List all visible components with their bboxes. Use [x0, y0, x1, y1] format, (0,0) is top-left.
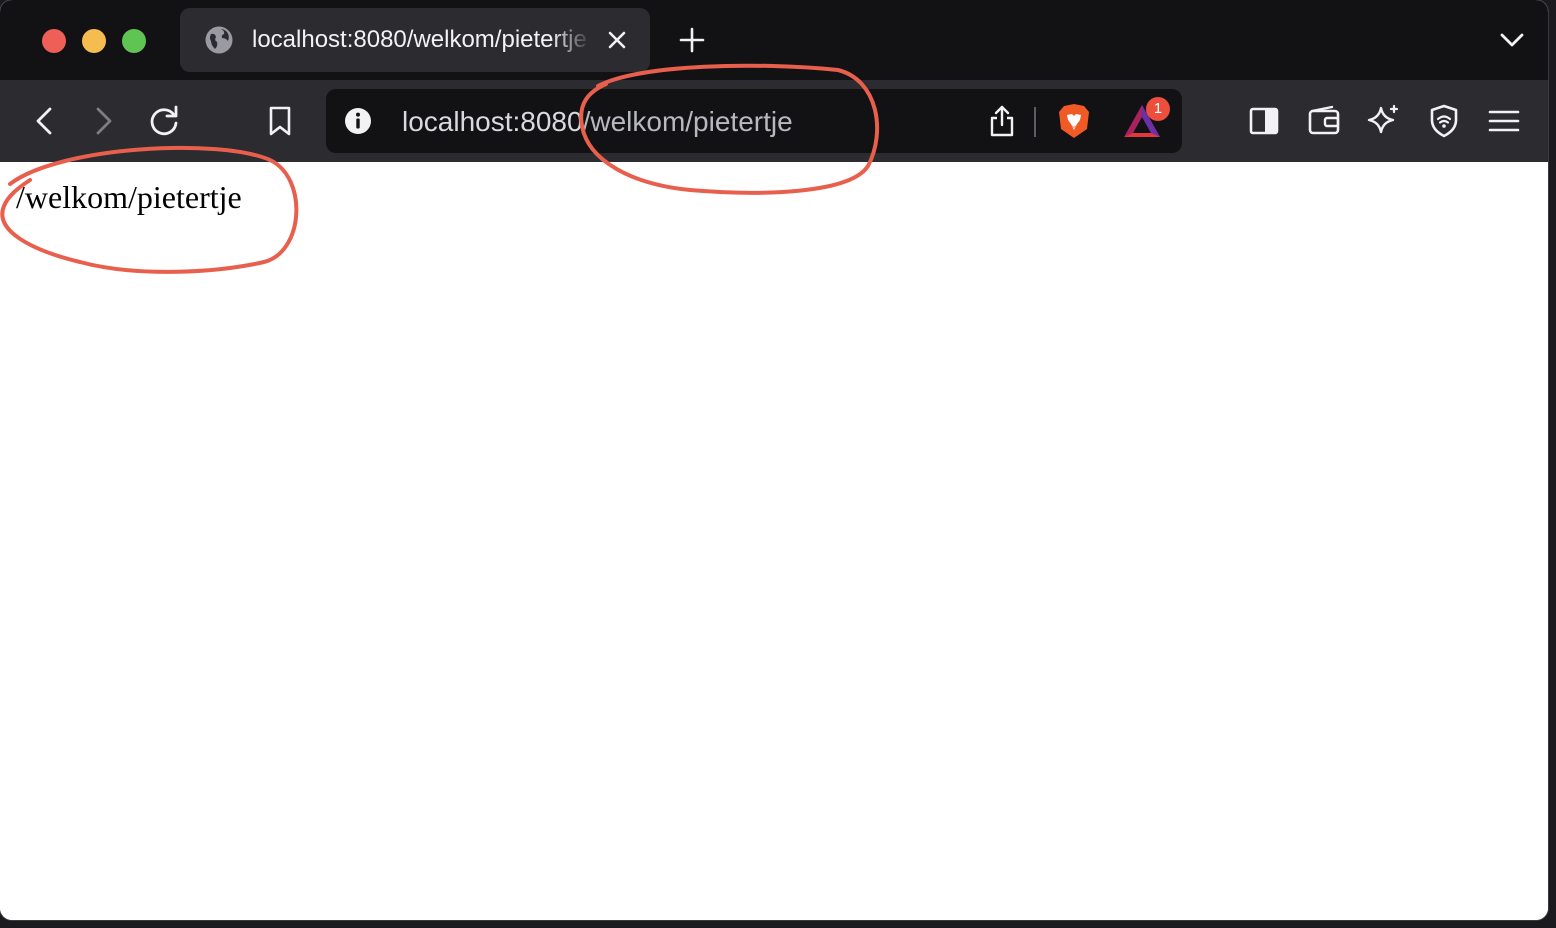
page-content: /welkom/pietertje — [0, 162, 1548, 920]
rewards-badge: 1 — [1146, 97, 1170, 121]
hamburger-menu-icon — [1488, 110, 1520, 132]
zoom-window-button[interactable] — [122, 29, 146, 53]
reload-icon — [150, 105, 178, 136]
tab-strip: localhost:8080/welkom/pietertje — [0, 0, 1548, 80]
forward-button[interactable] — [84, 101, 124, 141]
page-body-text: /welkom/pietertje — [16, 179, 242, 215]
globe-icon — [205, 26, 233, 54]
wallet-button[interactable] — [1304, 101, 1344, 141]
active-tab[interactable]: localhost:8080/welkom/pietertje — [180, 8, 650, 72]
minimize-window-button[interactable] — [82, 29, 106, 53]
close-icon[interactable] — [604, 27, 630, 53]
vpn-button[interactable] — [1424, 101, 1464, 141]
new-tab-plus-icon[interactable] — [676, 24, 708, 56]
close-window-button[interactable] — [42, 29, 66, 53]
wallet-icon — [1308, 105, 1340, 135]
sparkle-icon — [1367, 104, 1399, 134]
back-button[interactable] — [24, 101, 64, 141]
info-icon[interactable] — [344, 107, 372, 135]
leo-ai-button[interactable] — [1364, 101, 1404, 141]
url-host: localhost:8080 — [402, 106, 583, 137]
reload-button[interactable] — [144, 101, 184, 141]
chevron-left-icon — [36, 107, 52, 135]
address-bar-divider — [1034, 107, 1036, 137]
url-path: /welkom/pietertje — [582, 106, 793, 137]
browser-window: localhost:8080/welkom/pietertje localhos… — [0, 0, 1548, 920]
navigation-toolbar: localhost:8080/welkom/pietertje 1 — [0, 80, 1548, 162]
url-text[interactable]: localhost:8080/welkom/pietertje — [402, 105, 793, 139]
chevron-right-icon — [96, 107, 112, 135]
address-bar[interactable]: localhost:8080/welkom/pietertje 1 — [326, 89, 1182, 153]
tab-title: localhost:8080/welkom/pietertje — [252, 26, 587, 53]
brave-shields-icon[interactable] — [1054, 101, 1094, 141]
bookmark-button[interactable] — [260, 101, 300, 141]
shield-icon — [1430, 104, 1458, 138]
sidebar-button[interactable] — [1244, 101, 1284, 141]
share-icon[interactable] — [986, 103, 1018, 139]
sidebar-icon — [1249, 107, 1279, 135]
chevron-down-icon[interactable] — [1496, 26, 1528, 54]
bookmark-icon — [269, 106, 291, 136]
main-menu-button[interactable] — [1484, 101, 1524, 141]
